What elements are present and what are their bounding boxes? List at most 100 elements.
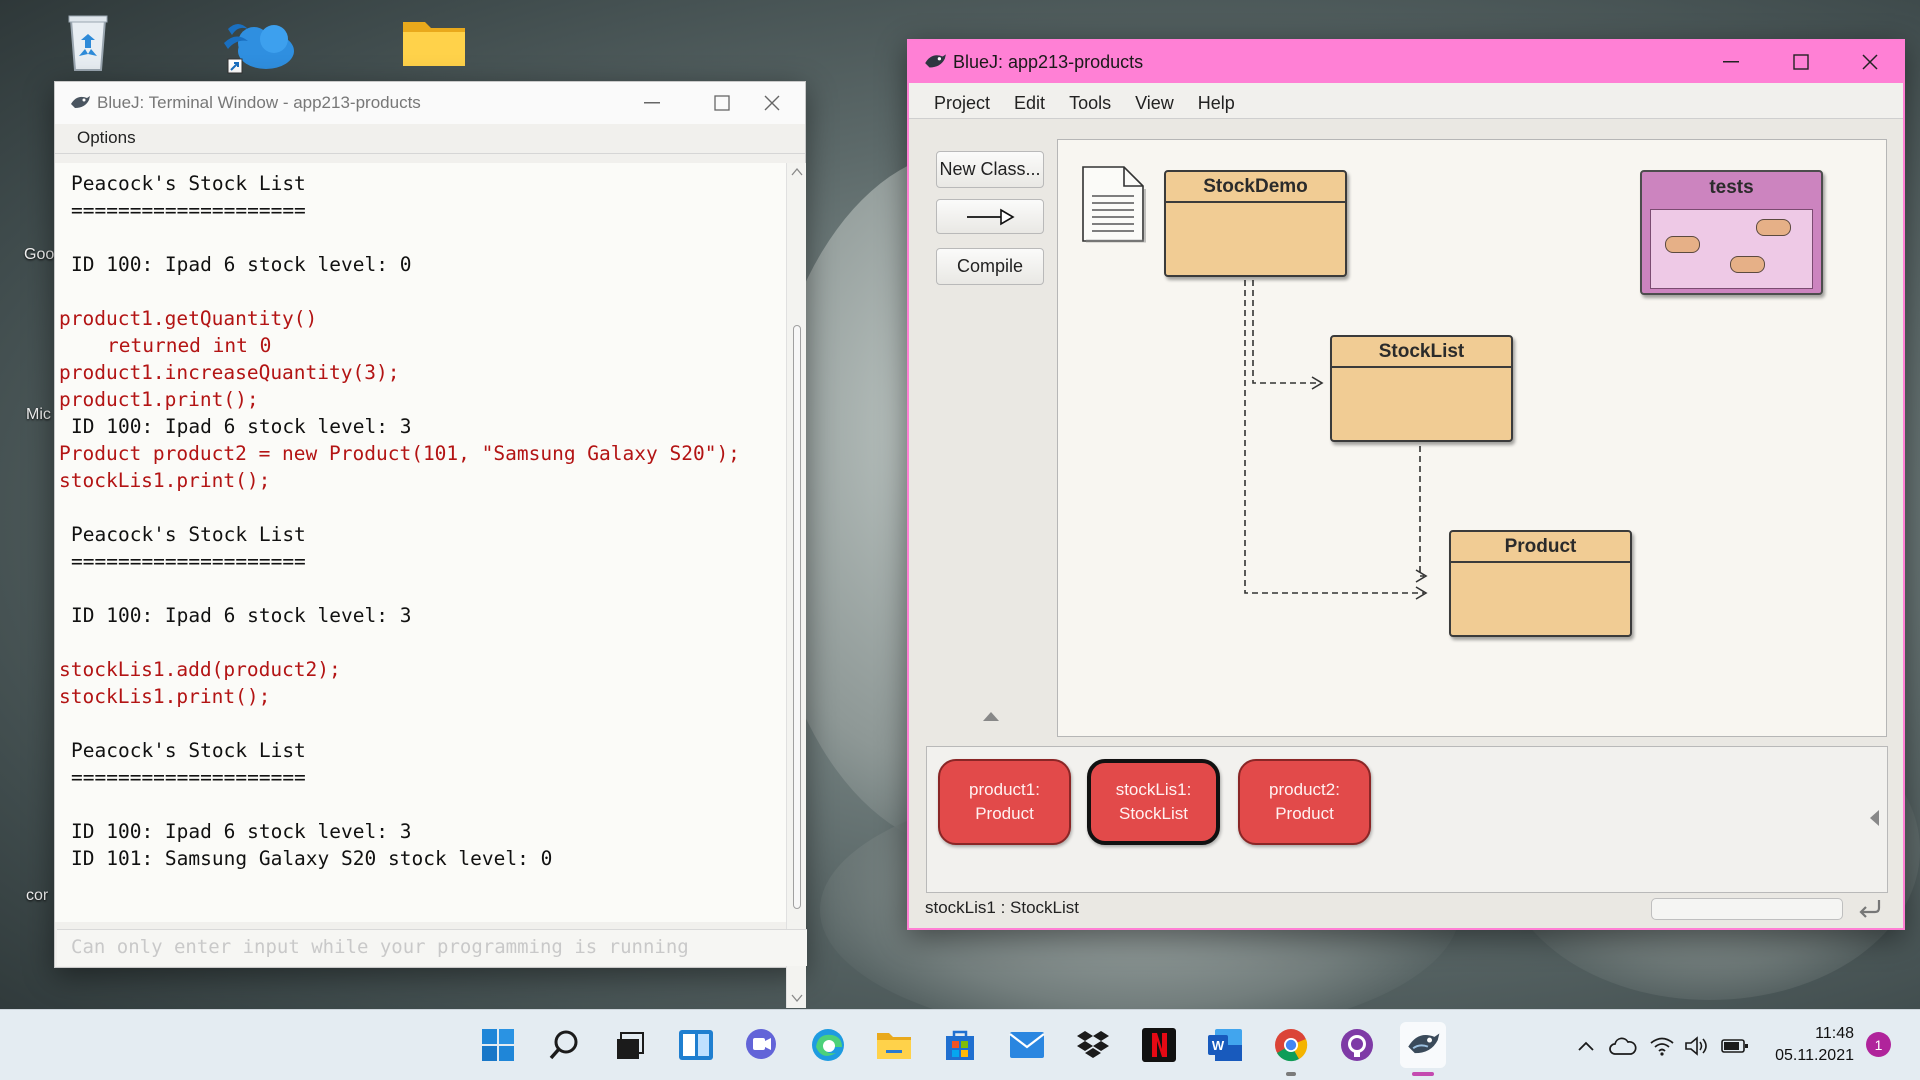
onedrive-cloud-icon[interactable] [1609,1032,1637,1060]
search-icon[interactable] [543,1024,585,1066]
terminal-titlebar[interactable]: BlueJ: Terminal Window - app213-products [55,82,805,124]
menu-project[interactable]: Project [934,93,990,118]
terminal-line: ID 100: Ipad 6 stock level: 3 [71,415,412,438]
widgets-icon[interactable] [675,1024,717,1066]
minimize-button[interactable] [617,82,687,124]
recycle-bin-icon[interactable] [58,10,118,74]
terminal-line: stockLis1.print(); [59,685,271,708]
terminal-line: Product product2 = new Product(101, "Sam… [59,442,740,465]
bluej-titlebar[interactable]: BlueJ: app213-products [909,41,1903,83]
clock-date: 05.11.2021 [1775,1047,1854,1064]
chrome-icon[interactable] [1270,1024,1312,1066]
desktop-label-google[interactable]: Goo [24,246,54,264]
battery-icon[interactable] [1721,1032,1749,1060]
taskbar-clock[interactable]: 11:48 05.11.2021 [1768,1023,1854,1067]
edge-browser-icon[interactable] [807,1024,849,1066]
terminal-scrollbar[interactable] [786,163,806,1008]
bluej-bird-icon [923,52,947,72]
object-product1[interactable]: product1: Product [938,759,1071,845]
package-name: tests [1709,177,1754,198]
object-stocklis1[interactable]: stockLis1: StockList [1087,759,1220,845]
terminal-window: BlueJ: Terminal Window - app213-products… [54,81,807,1008]
package-content-pill [1665,236,1700,253]
package-tests[interactable]: tests [1640,170,1823,295]
object-name: product2: [1269,780,1340,799]
object-product2[interactable]: product2: Product [1238,759,1371,845]
class-name: Product [1451,532,1630,563]
notification-badge[interactable]: 1 [1866,1032,1891,1057]
scroll-up-arrow-icon[interactable] [791,167,803,177]
terminal-line: Peacock's Stock List [71,739,306,762]
bluej-title: BlueJ: app213-products [953,51,1144,72]
terminal-output[interactable]: Peacock's Stock List ====================… [55,163,786,922]
minimize-button[interactable] [1696,41,1766,83]
bluej-bird-icon [69,94,91,112]
terminal-line: ID 100: Ipad 6 stock level: 3 [71,820,412,843]
svg-text:W: W [1212,1038,1225,1053]
class-diagram-canvas[interactable]: StockDemo StockList Product tests [1057,139,1887,737]
menu-tools[interactable]: Tools [1069,93,1111,118]
object-bench[interactable]: product1: Product stockLis1: StockList p… [926,746,1888,893]
show-hidden-icons-chevron-icon[interactable] [1572,1032,1600,1060]
volume-icon[interactable] [1683,1032,1711,1060]
terminal-input-field[interactable]: Can only enter input while your programm… [57,929,807,966]
wifi-icon[interactable] [1648,1032,1676,1060]
reset-machine-icon[interactable] [1857,897,1883,919]
terminal-menubar: Options [55,124,805,154]
object-name: stockLis1: [1115,780,1192,799]
file-explorer-icon[interactable] [873,1024,915,1066]
bluej-taskbar-icon[interactable] [1400,1022,1446,1068]
class-product[interactable]: Product [1449,530,1632,637]
collapse-up-triangle-icon[interactable] [982,710,1000,722]
netflix-icon[interactable] [1138,1024,1180,1066]
start-windows-icon[interactable] [477,1024,519,1066]
menu-help[interactable]: Help [1198,93,1235,118]
object-type: Product [975,804,1034,823]
class-stocklist[interactable]: StockList [1330,335,1513,442]
readme-document-icon[interactable] [1080,164,1147,248]
bluej-menubar: Project Edit Tools View Help [909,83,1903,119]
task-view-icon[interactable] [608,1024,650,1066]
mail-icon[interactable] [1006,1024,1048,1066]
inheritance-arrow-icon [967,208,1015,225]
class-stockdemo[interactable]: StockDemo [1164,170,1347,277]
folder-icon[interactable] [400,14,468,70]
menu-view[interactable]: View [1135,93,1174,118]
word-icon[interactable]: W [1204,1024,1246,1066]
package-contents [1650,209,1813,289]
terminal-line: returned int 0 [107,334,272,357]
object-type: Product [1275,804,1334,823]
terminal-title: BlueJ: Terminal Window - app213-products [97,93,421,112]
maximize-button[interactable] [1766,41,1836,83]
scroll-down-arrow-icon[interactable] [791,993,803,1003]
teams-chat-icon[interactable] [740,1024,782,1066]
close-button[interactable] [737,82,807,124]
terminal-line: product1.getQuantity() [59,307,318,330]
dropbox-icon[interactable] [1072,1024,1114,1066]
menu-edit[interactable]: Edit [1014,93,1045,118]
menu-options[interactable]: Options [77,128,136,147]
new-class-button[interactable]: New Class... [936,151,1044,188]
bluej-project-window: BlueJ: app213-products Project Edit Tool… [907,39,1905,930]
cloud-app-icon[interactable] [218,12,302,78]
bench-scroll-left-icon[interactable] [1868,809,1880,827]
new-inheritance-arrow-button[interactable] [936,199,1044,234]
status-bar-text: stockLis1 : StockList [925,898,1080,917]
microsoft-store-icon[interactable] [939,1024,981,1066]
desktop-label-cor[interactable]: cor [26,887,48,905]
scroll-thumb[interactable] [793,325,801,909]
object-name: product1: [969,780,1040,799]
package-content-pill [1756,219,1791,236]
bluej-running-indicator [1412,1072,1434,1076]
compile-button[interactable]: Compile [936,248,1044,285]
close-button[interactable] [1835,41,1905,83]
github-desktop-icon[interactable] [1336,1024,1378,1066]
terminal-line: product1.print(); [59,388,259,411]
desktop-label-microsoft[interactable]: Mic [26,406,51,424]
class-name: StockList [1332,337,1511,368]
